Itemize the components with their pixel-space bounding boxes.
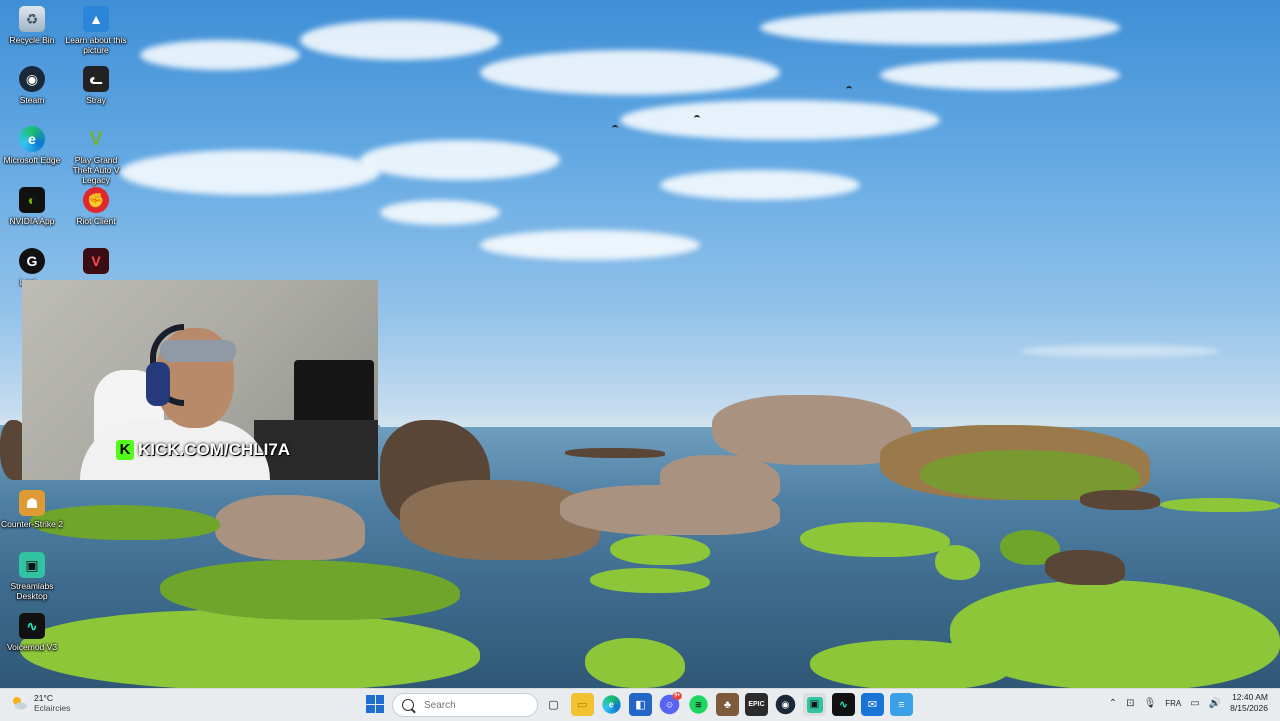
desktop-icon-edge[interactable]: e Microsoft Edge [0, 126, 64, 165]
picture-info-icon: ▲ [83, 6, 109, 32]
edge-icon: e [19, 126, 45, 152]
desktop-icon-gta[interactable]: V Play Grand Theft Auto V Legacy [64, 126, 128, 186]
store-icon[interactable]: ◧ [629, 693, 652, 716]
gta-icon: V [89, 127, 103, 150]
desktop-icon-learn-picture[interactable]: ▲ Learn about this picture [64, 6, 128, 55]
desktop-icon-streamlabs[interactable]: ▣ Streamlabs Desktop [0, 552, 64, 601]
desktop-icon-steam[interactable]: ◉ Steam [0, 66, 64, 105]
edge-icon[interactable]: e [602, 695, 621, 714]
valorant-icon: V [83, 248, 109, 274]
language-indicator[interactable]: FRA [1165, 699, 1181, 708]
voicemod-icon: ∿ [19, 613, 45, 639]
weather-condition: Eclaircies [34, 703, 71, 713]
stray-icon: ᓚ [83, 66, 109, 92]
volume-icon[interactable]: 🔊 [1209, 698, 1221, 709]
network-status-icon[interactable]: ⊡ [1126, 698, 1134, 709]
weather-temp: 21°C [34, 693, 53, 703]
headset-earcup [146, 362, 170, 406]
weather-widget[interactable]: 21°C Eclaircies [10, 693, 70, 713]
desktop-icon-valorant[interactable]: V [64, 248, 128, 274]
desktop-icon-stray[interactable]: ᓚ Stray [64, 66, 128, 105]
system-tray: ⌃ ⊡ 🎙 FRA ▭ 🔊 12:40 AM 8/15/2026 [1109, 692, 1268, 714]
desktop-icon-counter-strike[interactable]: ☗ Counter-Strike 2 [0, 490, 64, 529]
streamlabs-icon[interactable]: ▣ [803, 693, 826, 716]
windows-logo-icon [366, 695, 375, 704]
logitech-icon: G [19, 248, 45, 274]
discord-icon[interactable]: ☺ 9+ [659, 692, 682, 715]
clock-date: 8/15/2026 [1230, 703, 1268, 713]
game-icon[interactable]: ♣ [716, 693, 739, 716]
outlook-icon[interactable]: ✉ [861, 693, 884, 716]
desktop-icon-riot[interactable]: ✊ Riot Client [64, 187, 128, 226]
clock-time: 12:40 AM [1232, 692, 1268, 702]
file-explorer-icon[interactable]: ▭ [571, 693, 594, 716]
chevron-up-icon[interactable]: ⌃ [1109, 698, 1117, 709]
nvidia-icon: ◐ [19, 187, 45, 213]
discord-badge: 9+ [672, 692, 682, 700]
riot-icon: ✊ [83, 187, 109, 213]
microphone-icon[interactable]: 🎙 [1144, 698, 1157, 709]
voicemod-icon[interactable]: ∿ [832, 693, 855, 716]
spotify-icon[interactable]: ≋ [689, 695, 708, 714]
search-icon [402, 699, 414, 711]
streamlabs-icon: ▣ [19, 552, 45, 578]
search-input[interactable] [422, 698, 536, 712]
kick-logo-icon: K [116, 440, 134, 460]
desktop-icon-nvidia[interactable]: ◐ NVIDIA App [0, 187, 64, 226]
partly-sunny-icon [13, 697, 27, 710]
start-button[interactable] [366, 695, 384, 713]
monitor-icon[interactable]: ▭ [1190, 698, 1199, 709]
taskbar-apps: ▢ ▭ e ◧ ☺ 9+ ≋ ♣ EPIC ◉ ▣ ∿ ✉ ≡ [542, 692, 913, 716]
counter-strike-icon: ☗ [19, 490, 45, 516]
webcam-overlay: K KICK.COM/CHLI7A [22, 280, 378, 480]
task-view-icon[interactable]: ▢ [542, 693, 565, 716]
notepad-icon[interactable]: ≡ [890, 693, 913, 716]
epic-games-icon[interactable]: EPIC [745, 693, 768, 716]
steam-icon[interactable]: ◉ [775, 694, 796, 715]
steam-icon: ◉ [19, 66, 45, 92]
taskbar: 21°C Eclaircies ▢ ▭ e ◧ ☺ 9+ ≋ ♣ EPIC ◉ … [0, 688, 1280, 721]
desktop-icon-voicemod[interactable]: ∿ Voicemod V3 [0, 613, 64, 652]
kick-channel-overlay: K KICK.COM/CHLI7A [116, 440, 290, 460]
recycle-bin-icon: ♻ [19, 6, 45, 32]
clock[interactable]: 12:40 AM 8/15/2026 [1230, 692, 1268, 714]
kick-channel-text: KICK.COM/CHLI7A [138, 440, 291, 459]
taskbar-search[interactable] [392, 693, 538, 717]
desktop-icon-recycle-bin[interactable]: ♻ Recycle Bin [0, 6, 64, 45]
